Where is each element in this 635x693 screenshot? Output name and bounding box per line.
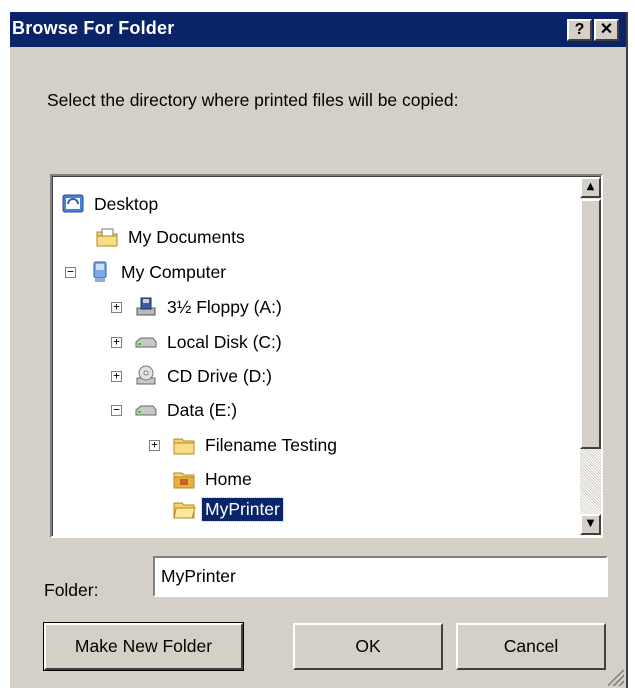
instruction-text: Select the directory where printed files… (47, 90, 459, 110)
tree-item-label: Data (E:) (167, 399, 238, 420)
collapse-icon[interactable]: − (65, 266, 76, 278)
tree-item-label: Home (205, 468, 252, 489)
tree-item-label: Filename Testing (205, 434, 337, 455)
tree-item-label: CD Drive (D:) (167, 365, 272, 386)
my-documents-icon (96, 228, 118, 247)
expand-icon[interactable]: + (111, 301, 122, 313)
scroll-thumb[interactable] (580, 199, 601, 449)
close-button[interactable]: ✕ (594, 19, 619, 41)
tree-item-data-e[interactable]: − Data (E:) (111, 395, 240, 425)
tree-vertical-scrollbar[interactable]: ▲ ▼ (580, 177, 601, 535)
tree-item-myprinter[interactable]: MyPrinter (172, 494, 284, 524)
cancel-button[interactable]: Cancel (456, 623, 606, 670)
collapse-icon[interactable]: − (111, 404, 122, 416)
resize-grip-icon[interactable] (608, 670, 624, 686)
tree-item-filename-testing[interactable]: + Filename Testing (149, 430, 340, 460)
tree-item-local-disk-c[interactable]: + Local Disk (C:) (111, 327, 285, 357)
browse-for-folder-dialog: Browse For Folder ? ✕ Select the directo… (10, 12, 628, 688)
folder-icon (173, 438, 195, 455)
tree-item-label: My Computer (121, 261, 227, 282)
folder-tree[interactable]: Desktop My Documents − My Computer + 3½ … (50, 174, 603, 538)
tree-item-my-computer[interactable]: − My Computer (65, 257, 229, 287)
folder-label: Folder: (44, 580, 99, 600)
make-new-folder-button[interactable]: Make New Folder (43, 622, 244, 671)
folder-icon (173, 472, 195, 489)
scroll-down-button[interactable]: ▼ (580, 514, 601, 535)
scroll-up-button[interactable]: ▲ (580, 177, 601, 198)
help-button[interactable]: ? (567, 19, 592, 41)
tree-item-home[interactable]: Home (172, 464, 255, 494)
tree-item-label: Local Disk (C:) (167, 331, 282, 352)
window-title: Browse For Folder (12, 18, 175, 38)
expand-icon[interactable]: + (111, 336, 122, 348)
tree-item-label: 3½ Floppy (A:) (167, 296, 282, 317)
tree-item-my-documents[interactable]: My Documents (95, 222, 248, 252)
cd-drive-icon (136, 365, 156, 385)
title-bar[interactable]: Browse For Folder ? ✕ (10, 12, 626, 47)
hard-disk-icon (135, 405, 157, 416)
tree-item-label-selected: MyPrinter (201, 496, 284, 522)
tree-item-desktop[interactable]: Desktop (61, 189, 161, 219)
tree-item-floppy-a[interactable]: + 3½ Floppy (A:) (111, 292, 285, 322)
desktop-icon (62, 194, 84, 213)
ok-button[interactable]: OK (293, 623, 443, 670)
expand-icon[interactable]: + (149, 439, 160, 451)
tree-item-cd-drive-d[interactable]: + CD Drive (D:) (111, 361, 275, 391)
open-folder-icon (173, 502, 196, 519)
hard-disk-icon (135, 337, 157, 348)
tree-item-label: Desktop (94, 193, 159, 214)
folder-name-input[interactable]: MyPrinter (153, 556, 608, 597)
my-computer-icon (93, 261, 107, 282)
expand-icon[interactable]: + (111, 370, 122, 382)
tree-item-label: My Documents (128, 226, 245, 247)
floppy-drive-icon (136, 297, 156, 316)
